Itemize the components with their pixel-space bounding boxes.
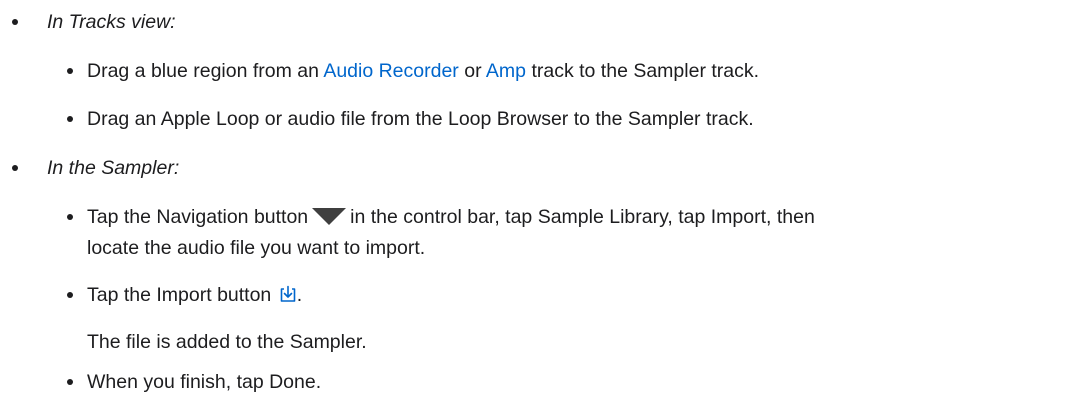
tracks-view-heading: In Tracks view:: [47, 11, 176, 33]
instructions-list: In Tracks view: Drag a blue region from …: [0, 0, 1091, 404]
bullet: [12, 165, 18, 171]
navigation-triangle-icon: [312, 207, 347, 225]
bullet: [67, 214, 73, 220]
bullet: [12, 19, 18, 25]
sampler-heading: In the Sampler:: [47, 157, 180, 179]
bullet: [67, 292, 73, 298]
import-text: Tap the Import button .: [87, 284, 303, 306]
drag-loop-text: Drag an Apple Loop or audio file from th…: [87, 108, 754, 130]
navigation-text: Tap the Navigation button in the control …: [87, 206, 815, 228]
audio-recorder-link[interactable]: Audio Recorder: [323, 60, 459, 82]
bullet: [67, 68, 73, 74]
import-icon: [280, 286, 296, 303]
bullet: [67, 116, 73, 122]
bullet: [67, 379, 73, 385]
drag-region-text: Drag a blue region from an Audio Recorde…: [87, 60, 760, 82]
amp-link[interactable]: Amp: [486, 60, 526, 82]
done-text: When you finish, tap Done.: [87, 371, 322, 393]
